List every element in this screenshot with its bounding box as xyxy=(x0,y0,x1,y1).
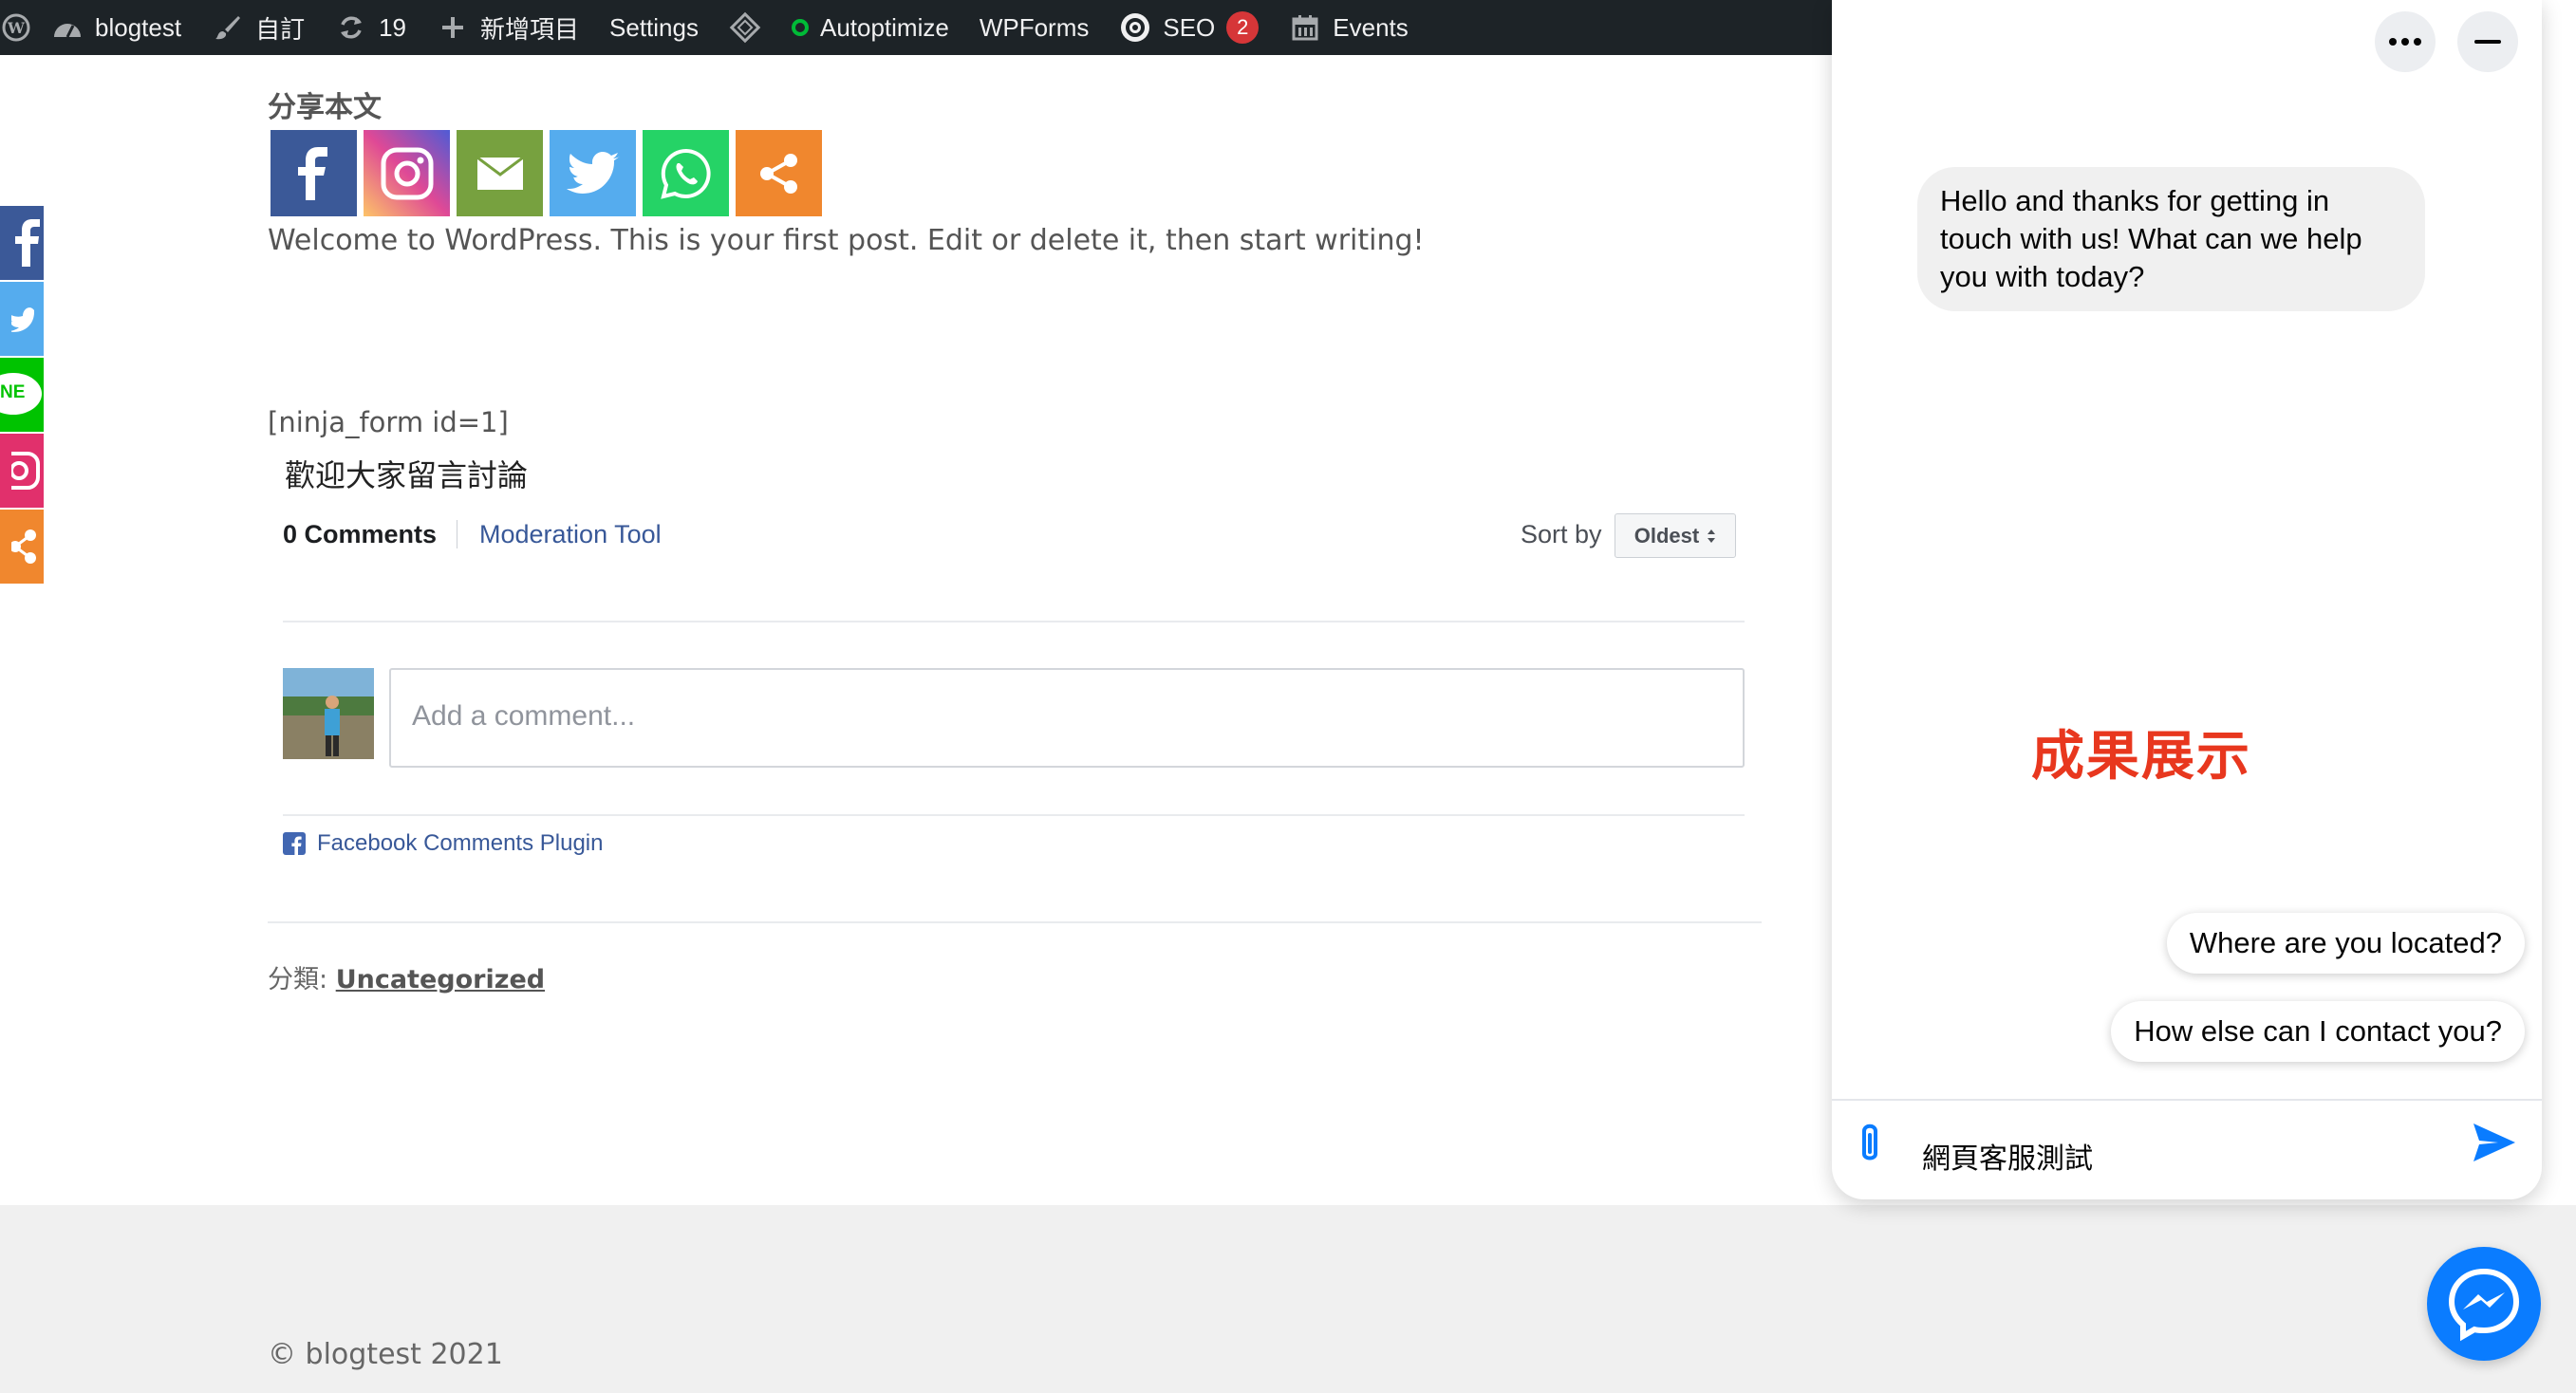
welcome-message-bubble: Hello and thanks for getting in touch wi… xyxy=(1917,167,2425,311)
whatsapp-icon xyxy=(660,147,713,200)
customize-label: 自訂 xyxy=(255,14,306,44)
post-category: 分類: Uncategorized xyxy=(268,958,545,995)
share-email-button[interactable] xyxy=(457,130,543,216)
settings-button[interactable]: Settings xyxy=(594,0,714,55)
post-footer-divider xyxy=(268,921,1762,923)
diamond-menu-button[interactable] xyxy=(714,0,776,55)
admin-bar: W blogtest 自訂 19 新增項目 Settings Autoptimi… xyxy=(0,0,1832,55)
messenger-chat-window: Hello and thanks for getting in touch wi… xyxy=(1832,0,2542,1199)
plugin-divider xyxy=(283,814,1745,816)
seo-button[interactable]: SEO 2 xyxy=(1104,0,1274,55)
comment-input[interactable]: Add a comment... xyxy=(389,668,1745,768)
wordpress-logo-icon: W xyxy=(0,11,32,44)
calendar-icon xyxy=(1289,11,1321,44)
paperclip-icon xyxy=(1853,1122,1887,1167)
settings-label: Settings xyxy=(609,12,699,42)
new-item-button[interactable]: 新增項目 xyxy=(421,0,594,55)
facebook-icon xyxy=(15,219,44,267)
message-input[interactable]: 網頁客服測試 xyxy=(1922,1135,2093,1177)
copyright-text: © blogtest 2021 xyxy=(268,1338,503,1371)
autoptimize-label: Autoptimize xyxy=(819,12,949,42)
share-buttons-row xyxy=(271,130,822,216)
seo-badge: 2 xyxy=(1226,11,1260,44)
category-link[interactable]: Uncategorized xyxy=(336,965,545,994)
events-label: Events xyxy=(1333,12,1409,42)
sort-select[interactable]: Oldest xyxy=(1615,513,1736,558)
events-button[interactable]: Events xyxy=(1274,0,1424,55)
post-body-text: Welcome to WordPress. This is your first… xyxy=(268,224,1425,257)
updates-button[interactable]: 19 xyxy=(320,0,421,55)
share-heading: 分享本文 xyxy=(268,91,382,124)
wpforms-label: WPForms xyxy=(979,12,1090,42)
line-label: NE xyxy=(0,382,26,402)
messenger-icon xyxy=(2446,1266,2522,1342)
instagram-icon xyxy=(11,452,44,490)
messenger-launcher-button[interactable] xyxy=(2427,1247,2541,1361)
chat-minimize-button[interactable] xyxy=(2457,11,2518,72)
minimize-icon xyxy=(2474,40,2501,44)
site-footer: © blogtest 2021 xyxy=(0,1205,2576,1393)
share-instagram-button[interactable] xyxy=(364,130,450,216)
floating-facebook-button[interactable] xyxy=(0,206,44,280)
quick-reply-contact[interactable]: How else can I contact you? xyxy=(2111,1001,2525,1062)
moderation-tool-link[interactable]: Moderation Tool xyxy=(479,520,662,549)
email-icon xyxy=(476,157,523,190)
svg-text:W: W xyxy=(7,19,26,37)
send-button[interactable] xyxy=(2472,1122,2517,1163)
share-more-button[interactable] xyxy=(736,130,822,216)
facebook-square-icon xyxy=(283,832,306,855)
share-twitter-button[interactable] xyxy=(550,130,636,216)
seo-label: SEO xyxy=(1163,12,1216,42)
wordpress-logo-button[interactable]: W xyxy=(0,0,36,55)
status-dot-icon xyxy=(791,19,809,36)
site-name-label: blogtest xyxy=(95,12,182,42)
twitter-icon xyxy=(566,151,620,195)
chat-input-divider xyxy=(1832,1099,2542,1101)
floating-line-button[interactable]: NE xyxy=(0,358,44,432)
share-icon xyxy=(11,528,44,566)
share-whatsapp-button[interactable] xyxy=(643,130,729,216)
twitter-icon xyxy=(11,303,44,335)
facebook-comments-plugin-link[interactable]: Facebook Comments Plugin xyxy=(283,830,603,857)
ninja-form-shortcode: [ninja_form id=1] xyxy=(268,406,509,438)
plus-icon xyxy=(437,11,469,44)
comments-divider xyxy=(283,621,1745,622)
diamond-icon xyxy=(729,11,761,44)
more-icon xyxy=(2389,38,2421,46)
line-icon: NE xyxy=(0,371,44,418)
chat-options-button[interactable] xyxy=(2375,11,2436,72)
updates-count: 19 xyxy=(379,12,407,42)
facebook-comments-plugin-label: Facebook Comments Plugin xyxy=(317,830,604,856)
new-item-label: 新增項目 xyxy=(480,14,580,44)
share-facebook-button[interactable] xyxy=(271,130,357,216)
facebook-icon xyxy=(297,146,330,200)
site-name-menu[interactable]: blogtest xyxy=(36,0,196,55)
send-icon xyxy=(2472,1122,2517,1163)
instagram-icon xyxy=(380,146,435,201)
sort-arrows-icon xyxy=(1707,529,1716,544)
quick-reply-location[interactable]: Where are you located? xyxy=(2166,913,2525,974)
floating-instagram-button[interactable] xyxy=(0,434,44,508)
customize-button[interactable]: 自訂 xyxy=(196,0,320,55)
wpforms-button[interactable]: WPForms xyxy=(964,0,1105,55)
floating-share-button[interactable] xyxy=(0,510,44,584)
discussion-prompt: 歡迎大家留言討論 xyxy=(285,457,529,493)
avatar xyxy=(283,668,374,759)
sort-select-value: Oldest xyxy=(1633,523,1700,548)
result-annotation: 成果展示 xyxy=(2031,726,2251,788)
floating-share-bar: NE xyxy=(0,206,44,585)
refresh-icon xyxy=(335,11,367,44)
attach-button[interactable] xyxy=(1853,1122,1887,1167)
sort-by-label: Sort by xyxy=(1521,520,1602,548)
floating-twitter-button[interactable] xyxy=(0,282,44,356)
comments-count: 0 Comments xyxy=(283,520,438,548)
autoptimize-button[interactable]: Autoptimize xyxy=(776,0,964,55)
share-icon xyxy=(758,153,800,195)
seo-gear-icon xyxy=(1119,11,1151,44)
category-label: 分類: xyxy=(268,965,336,994)
paintbrush-icon xyxy=(212,11,244,44)
dashboard-icon xyxy=(51,11,84,44)
